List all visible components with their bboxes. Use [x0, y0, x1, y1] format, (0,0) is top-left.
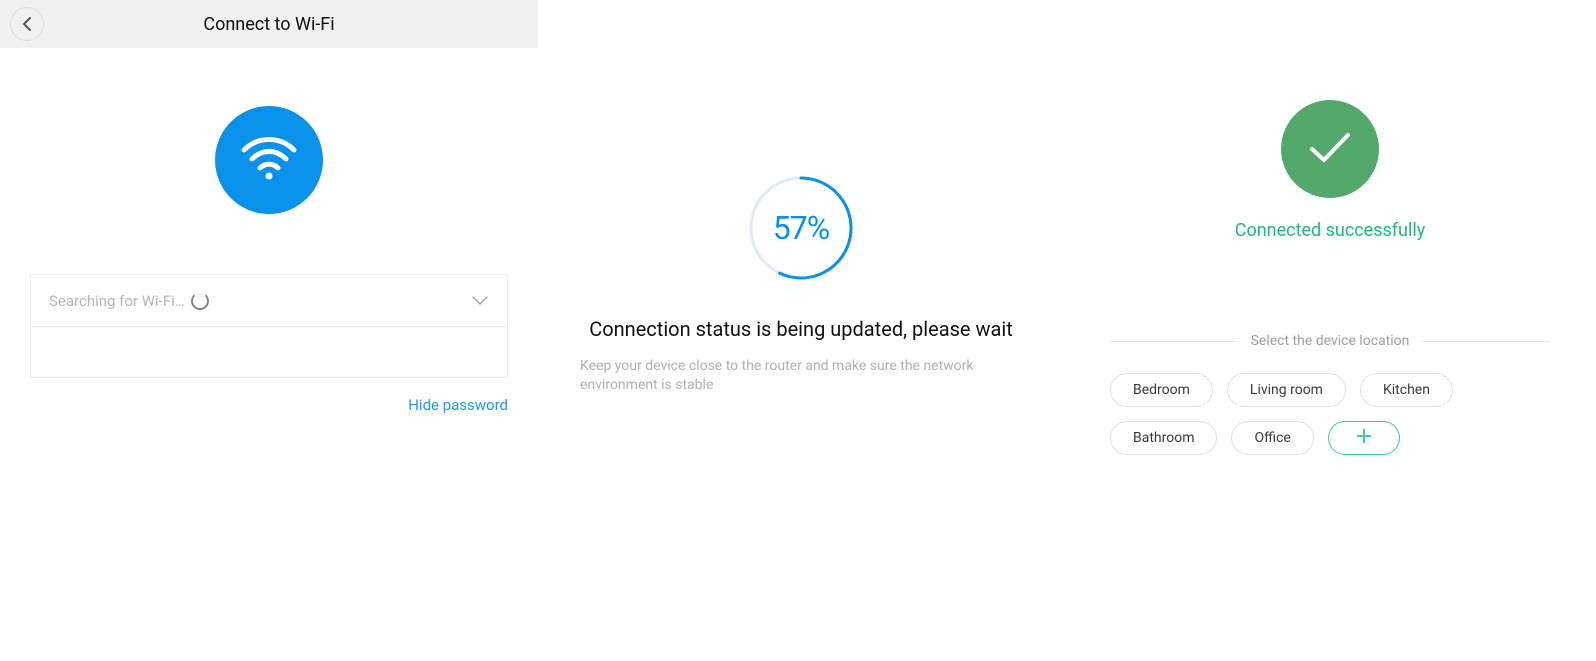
chevron-left-icon: [22, 17, 32, 31]
add-location-button[interactable]: [1328, 421, 1400, 455]
location-chip-bedroom[interactable]: Bedroom: [1110, 373, 1213, 407]
location-chip-office[interactable]: Office: [1231, 421, 1313, 455]
divider-line: [1423, 341, 1550, 342]
location-chip-kitchen[interactable]: Kitchen: [1360, 373, 1453, 407]
check-icon: [1306, 129, 1354, 169]
connecting-subtitle: Keep your device close to the router and…: [580, 357, 1022, 395]
connecting-title: Connection status is being updated, plea…: [538, 317, 1064, 341]
connecting-panel: 57% Connection status is being updated, …: [538, 0, 1064, 661]
connect-wifi-panel: Connect to Wi-Fi Searching for Wi-Fi… H: [0, 0, 538, 661]
progress-ring: 57%: [748, 175, 854, 281]
header-bar: Connect to Wi-Fi: [0, 0, 538, 48]
success-badge: [1281, 100, 1379, 198]
connected-status-text: Connected successfully: [1064, 220, 1596, 241]
hide-password-link[interactable]: Hide password: [30, 396, 508, 414]
location-chip-group: Bedroom Living room Kitchen Bathroom Off…: [1110, 373, 1550, 455]
progress-percent-text: 57%: [748, 175, 854, 281]
spinner-icon: [191, 292, 209, 310]
chevron-down-icon: [471, 295, 489, 307]
plus-icon: [1357, 429, 1371, 447]
wifi-badge: [215, 106, 323, 214]
wifi-password-input[interactable]: [30, 326, 508, 378]
location-chip-bathroom[interactable]: Bathroom: [1110, 421, 1217, 455]
location-divider-label: Select the device location: [1251, 333, 1410, 349]
back-button[interactable]: [10, 7, 44, 41]
wifi-select-label: Searching for Wi-Fi…: [49, 292, 185, 310]
wifi-icon: [240, 136, 298, 184]
wifi-form: Searching for Wi-Fi…: [30, 274, 508, 378]
location-chip-living-room[interactable]: Living room: [1227, 373, 1346, 407]
location-divider: Select the device location: [1110, 333, 1550, 349]
connected-panel: Connected successfully Select the device…: [1064, 0, 1596, 661]
page-title: Connect to Wi-Fi: [0, 14, 538, 35]
divider-line: [1110, 341, 1237, 342]
wifi-network-dropdown[interactable]: Searching for Wi-Fi…: [30, 274, 508, 326]
